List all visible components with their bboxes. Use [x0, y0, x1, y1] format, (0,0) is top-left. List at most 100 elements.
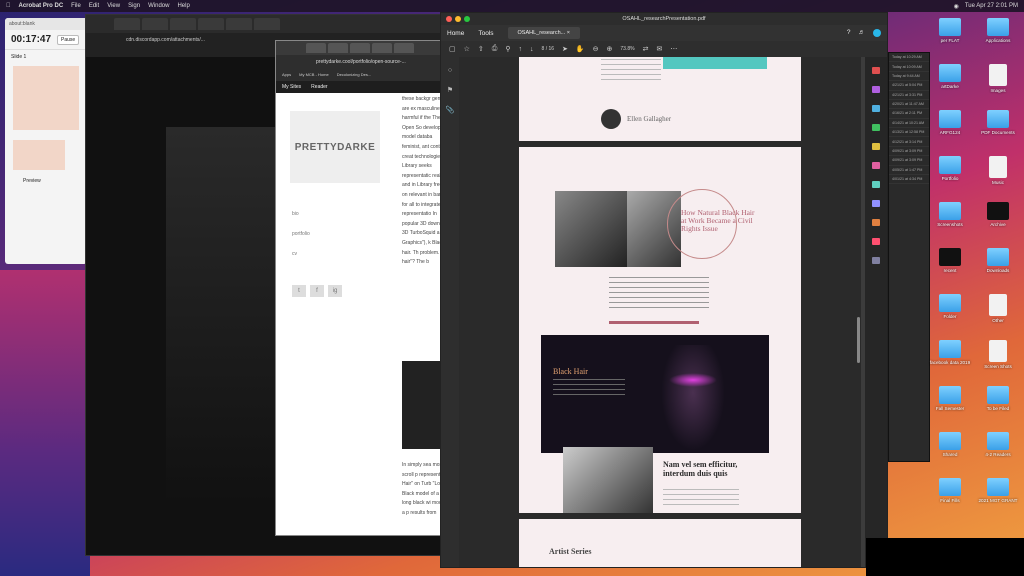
bookmark-mcb[interactable]: My MCB - Home [299, 72, 329, 78]
finder-row[interactable]: 4/09/21 at 3:09 PM [889, 147, 929, 157]
zoom-in-icon[interactable]: ⊕ [607, 45, 613, 53]
site-logo[interactable]: PRETTYDARKE [290, 111, 380, 183]
site-nav: bio portfolio cv [292, 211, 310, 257]
zoom-level[interactable]: 73.8% [620, 46, 634, 52]
upload-icon[interactable]: ⇧ [478, 45, 484, 53]
account-avatar[interactable] [873, 29, 881, 37]
nav-cv[interactable]: cv [292, 251, 310, 257]
zoom-window-button[interactable] [464, 16, 470, 22]
menu-window[interactable]: Window [148, 3, 169, 9]
desktop-icon[interactable]: Screen Shots [970, 340, 1024, 370]
bookmark-apps[interactable]: Apps [282, 72, 291, 78]
browser-tab[interactable] [328, 43, 348, 53]
bookmark-decolonizing[interactable]: Decolonizing Des... [337, 72, 371, 78]
pdf-viewer[interactable]: Ellen Gallagher How Natural Black Hair a… [459, 57, 861, 567]
menubar-clock[interactable]: Tue Apr 27 2:01 PM [965, 3, 1018, 10]
browser-tab[interactable] [350, 43, 370, 53]
zoom-out-icon[interactable]: ⊖ [593, 45, 599, 53]
print-icon[interactable]: ⎙ [492, 45, 498, 53]
menu-file[interactable]: File [71, 3, 81, 9]
fit-icon[interactable]: ⇄ [643, 45, 649, 53]
desktop-icon[interactable]: To be Filed [970, 386, 1024, 412]
page-down-icon[interactable]: ↓ [530, 46, 534, 53]
finder-row[interactable]: 4/12/21 at 3:14 PM [889, 137, 929, 147]
browser-tab[interactable] [114, 18, 140, 30]
file-icon [987, 202, 1009, 220]
browser-tab[interactable] [226, 18, 252, 30]
slide-thumbnail[interactable] [13, 140, 65, 170]
hand-icon[interactable]: ✋ [576, 45, 585, 53]
menu-tools[interactable]: Tools [478, 30, 493, 37]
twitter-icon[interactable]: t [292, 285, 306, 297]
instagram-icon[interactable]: ig [328, 285, 342, 297]
desktop-icon[interactable]: 2021 MGT GRANT [970, 478, 1024, 504]
create-icon[interactable]: ▢ [449, 45, 456, 53]
black-hair-feature: Black Hair [541, 335, 769, 453]
bell-icon[interactable]: ♬ [859, 29, 866, 37]
more-icon[interactable]: ⋯ [670, 45, 677, 53]
my-sites-link[interactable]: My Sites [282, 84, 301, 90]
tool-icon[interactable] [872, 124, 880, 131]
menubar-app-name[interactable]: Acrobat Pro DC [19, 3, 64, 9]
browser-tab[interactable] [306, 43, 326, 53]
bookmark-star-icon[interactable]: ☆ [464, 45, 470, 53]
desktop-icon[interactable]: Archive [970, 202, 1024, 228]
browser-tab[interactable] [254, 18, 280, 30]
desktop-icon[interactable]: Images [970, 64, 1024, 94]
pause-button[interactable]: Pause [57, 34, 80, 45]
tool-icon[interactable] [872, 86, 880, 93]
comment-icon[interactable]: ✉ [656, 45, 662, 53]
tool-icon[interactable] [872, 219, 880, 226]
desktop-icon[interactable]: Music [970, 156, 1024, 186]
browser-tab[interactable] [394, 43, 414, 53]
browser-tab[interactable] [142, 18, 168, 30]
browser-tab[interactable] [198, 18, 224, 30]
desktop-icon[interactable]: 4-2 Readers [970, 432, 1024, 458]
nav-bio[interactable]: bio [292, 211, 310, 217]
menu-sign[interactable]: Sign [128, 3, 140, 9]
desktop-icon[interactable]: PDF Documents [970, 110, 1024, 136]
finder-row[interactable]: 4/20/21 at 11:47 AM [889, 100, 929, 110]
menu-view[interactable]: View [107, 3, 120, 9]
help-icon[interactable]: ? [847, 29, 851, 37]
apple-icon[interactable]:  [6, 3, 11, 9]
browser-tab[interactable] [170, 18, 196, 30]
close-window-button[interactable] [446, 16, 452, 22]
tool-icon[interactable] [872, 238, 880, 245]
page-up-icon[interactable]: ↑ [519, 46, 523, 53]
tool-icon[interactable] [872, 143, 880, 150]
finder-row[interactable]: 4/21/21 at 3:31 PM [889, 91, 929, 100]
menu-help[interactable]: Help [177, 3, 189, 9]
nav-portfolio[interactable]: portfolio [292, 231, 310, 237]
document-tab[interactable]: OSAHL_research... × [507, 27, 580, 39]
thumbnails-icon[interactable]: ○ [448, 67, 452, 74]
bookmarks-icon[interactable]: ⚑ [447, 86, 453, 94]
desktop-icon[interactable]: Downloads [970, 248, 1024, 274]
tools-panel [865, 57, 887, 567]
tool-icon[interactable] [872, 181, 880, 188]
wifi-icon[interactable]: ◉ [954, 3, 959, 10]
page-indicator[interactable]: 8 / 16 [542, 46, 555, 52]
3d-figure [661, 345, 725, 451]
browser-tab[interactable] [372, 43, 392, 53]
desktop-icon[interactable]: Other [970, 294, 1024, 324]
section-title: Black Hair [553, 367, 588, 376]
address-bar[interactable]: prettydarke.cool/portfolio/open-source-.… [276, 55, 446, 69]
tool-icon[interactable] [872, 67, 880, 74]
pdf-page: Ellen Gallagher [519, 57, 801, 141]
menu-home[interactable]: Home [447, 30, 464, 37]
attachment-icon[interactable]: 📎 [446, 106, 455, 114]
select-icon[interactable]: ➤ [562, 45, 568, 53]
menu-edit[interactable]: Edit [89, 3, 99, 9]
scrollbar[interactable] [857, 317, 860, 363]
finder-row[interactable]: Today at 10:29 AM [889, 53, 929, 63]
search-icon[interactable]: ⚲ [505, 45, 510, 53]
facebook-icon[interactable]: f [310, 285, 324, 297]
desktop-icon[interactable]: Applications [970, 18, 1024, 44]
tool-icon[interactable] [872, 200, 880, 207]
tool-icon[interactable] [872, 257, 880, 264]
minimize-window-button[interactable] [455, 16, 461, 22]
tool-icon[interactable] [872, 105, 880, 112]
tool-icon[interactable] [872, 162, 880, 169]
reader-link[interactable]: Reader [311, 84, 327, 90]
